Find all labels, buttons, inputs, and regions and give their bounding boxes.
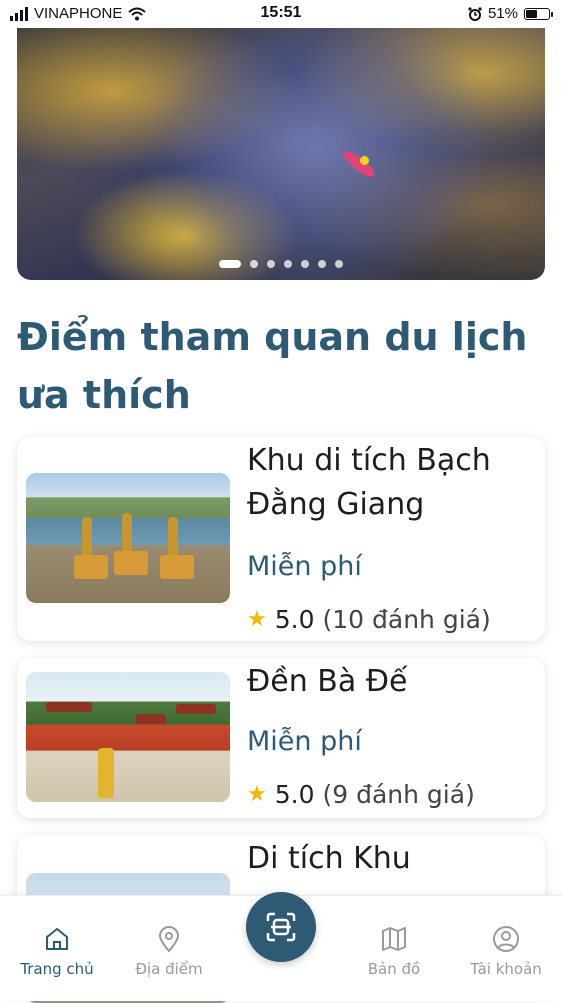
rating-value: 5.0 (274, 605, 315, 634)
nav-item-home[interactable]: Trang chủ (2, 924, 112, 978)
temple-roof-shape (136, 714, 166, 724)
place-price: Miễn phí (247, 726, 362, 757)
status-bar-right: 51% (468, 5, 553, 22)
place-rating: ★ 5.0 (10 đánh giá) (247, 605, 491, 634)
statue-shape (82, 517, 92, 557)
place-name: Đền Bà Đế (247, 664, 408, 699)
carousel-dot[interactable] (284, 260, 292, 268)
review-count: (10 đánh giá) (322, 605, 491, 634)
pedestal-shape (74, 555, 108, 579)
carousel-dot[interactable] (318, 260, 326, 268)
star-icon: ★ (247, 782, 267, 807)
review-count: (9 đánh giá) (322, 780, 475, 809)
rating-value: 5.0 (274, 780, 315, 809)
hero-banner[interactable] (17, 28, 545, 280)
nav-item-account[interactable]: Tài khoản (451, 924, 561, 978)
pedestal-shape (160, 555, 194, 579)
battery-percent: 51% (487, 5, 518, 22)
bottom-navigation: Trang chủ Địa điểm Bản đồ Tài khoản (0, 892, 562, 1001)
place-rating: ★ 5.0 (9 đánh giá) (247, 780, 475, 809)
carousel-dot[interactable] (219, 260, 241, 268)
temple-roof-shape (46, 702, 92, 712)
nav-item-places[interactable]: Địa điểm (114, 924, 224, 978)
statue-shape (168, 517, 178, 557)
nav-label: Địa điểm (135, 960, 203, 978)
star-icon: ★ (247, 607, 267, 632)
section-title: Điểm tham quan du lịch ưa thích (17, 315, 528, 417)
scan-icon (266, 912, 296, 942)
place-name: Di tích Khu (247, 841, 411, 876)
map-icon (382, 927, 406, 951)
scan-button[interactable] (246, 892, 316, 962)
place-name: Khu di tích Bạch Đằng Giang (247, 443, 491, 522)
place-thumbnail (26, 672, 230, 802)
battery-level-fill (526, 9, 537, 18)
account-icon (493, 926, 519, 952)
carousel-indicator (17, 260, 545, 268)
place-card[interactable]: Đền Bà Đế Miễn phí ★ 5.0 (9 đánh giá) (17, 658, 545, 818)
temple-roof-shape (176, 704, 216, 714)
place-card[interactable]: Khu di tích Bạch Đằng Giang Miễn phí ★ 5… (17, 437, 545, 641)
nav-label: Bản đồ (367, 960, 421, 978)
pedestal-shape (114, 551, 148, 575)
carousel-dot[interactable] (250, 260, 258, 268)
location-pin-icon (158, 926, 180, 953)
place-price: Miễn phí (247, 551, 362, 582)
carousel-dot[interactable] (335, 260, 343, 268)
statue-shape (122, 513, 132, 553)
carousel-dot[interactable] (301, 260, 309, 268)
nav-label: Trang chủ (20, 960, 94, 978)
carousel-dot[interactable] (267, 260, 275, 268)
place-thumbnail (26, 473, 230, 603)
alarm-icon (468, 6, 482, 21)
dragon-statue-shape (98, 748, 114, 798)
nav-item-map[interactable]: Bản đồ (339, 924, 449, 978)
banner-photo-river (78, 28, 545, 280)
home-icon (46, 928, 68, 950)
banner-photo-kayaker (360, 156, 369, 165)
battery-icon (524, 7, 553, 20)
status-bar: VINAPHONE 15:51 51% (0, 0, 562, 28)
nav-label: Tài khoản (470, 960, 542, 978)
